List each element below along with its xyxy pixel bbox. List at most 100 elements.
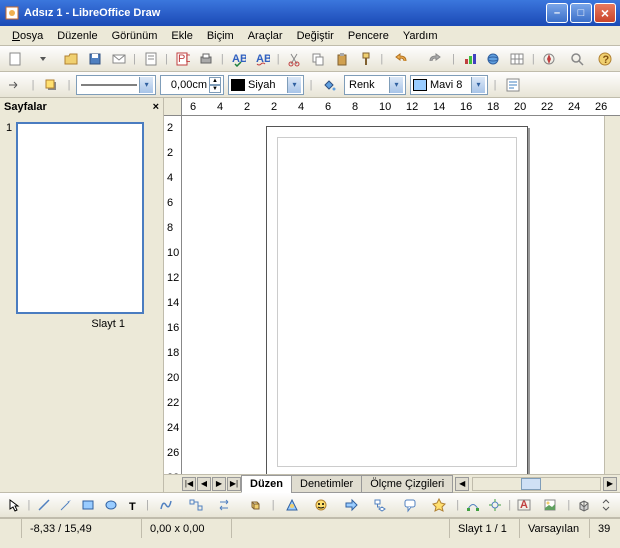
lines-arrows-tool[interactable] [211, 494, 239, 516]
toolbar-overflow[interactable] [596, 494, 616, 516]
slide-thumbnail[interactable] [16, 122, 144, 314]
curve-tool[interactable] [152, 494, 180, 516]
vertical-scrollbar[interactable] [604, 116, 620, 474]
tab-controls[interactable]: Denetimler [291, 475, 362, 493]
separator [455, 494, 460, 516]
new-dropdown[interactable] [28, 48, 58, 70]
thumb-label: Slayt 1 [18, 318, 145, 330]
panel-close-button[interactable]: × [153, 101, 159, 113]
block-arrows-tool[interactable] [337, 494, 365, 516]
menu-help[interactable]: Yardım [397, 28, 444, 44]
status-layout[interactable]: Varsayılan [520, 519, 590, 538]
shadow-button[interactable] [40, 74, 62, 96]
chart-button[interactable] [459, 48, 481, 70]
horizontal-scrollbar[interactable]: ◀ ▶ [453, 477, 620, 491]
line-style-combo[interactable]: ▾ [76, 75, 156, 95]
connector-tool[interactable] [182, 494, 210, 516]
canvas[interactable] [182, 116, 604, 474]
points-edit-tool[interactable] [462, 494, 482, 516]
vertical-ruler[interactable]: 2246810121416182022242628 [164, 116, 182, 474]
page[interactable] [266, 126, 528, 474]
status-blank [232, 519, 450, 538]
minimize-button[interactable]: – [546, 3, 568, 23]
select-tool[interactable] [4, 494, 24, 516]
hyperlink-button[interactable] [482, 48, 504, 70]
menu-file[interactable]: Dosya [6, 28, 49, 44]
spellcheck-button[interactable]: ABC [227, 48, 249, 70]
tab-nav-last[interactable]: ▶| [227, 477, 241, 491]
3d-objects-tool[interactable] [241, 494, 269, 516]
from-file-tool[interactable] [537, 494, 565, 516]
format-paintbrush-button[interactable] [355, 48, 377, 70]
dropdown-icon: ▾ [139, 77, 153, 93]
line-color-combo[interactable]: Siyah ▾ [228, 75, 304, 95]
copy-button[interactable] [307, 48, 329, 70]
menu-window[interactable]: Pencere [342, 28, 395, 44]
menu-edit[interactable]: Düzenle [51, 28, 103, 44]
tab-nav-next[interactable]: ▶ [212, 477, 226, 491]
menu-view[interactable]: Görünüm [106, 28, 164, 44]
line-arrow-tool[interactable] [56, 494, 76, 516]
symbol-shapes-tool[interactable] [307, 494, 335, 516]
status-slide[interactable]: Slayt 1 / 1 [450, 519, 520, 538]
email-button[interactable] [108, 48, 130, 70]
save-button[interactable] [84, 48, 106, 70]
open-button[interactable] [60, 48, 82, 70]
separator [492, 74, 498, 96]
line-width-combo[interactable]: 0,00cm ▲ ▼ [160, 75, 224, 95]
tab-dimensions[interactable]: Ölçme Çizgileri [361, 475, 453, 493]
table-button[interactable] [506, 48, 528, 70]
ellipse-tool[interactable] [100, 494, 120, 516]
menu-tools[interactable]: Araçlar [242, 28, 289, 44]
fontwork-tool[interactable]: A [514, 494, 534, 516]
zoom-button[interactable] [562, 48, 592, 70]
print-button[interactable] [195, 48, 217, 70]
arrow-end-dropdown[interactable] [4, 74, 26, 96]
rectangle-tool[interactable] [78, 494, 98, 516]
export-pdf-button[interactable]: PDF [171, 48, 193, 70]
menu-bar: Dosya Düzenle Görünüm Ekle Biçim Araçlar… [0, 26, 620, 46]
horizontal-ruler[interactable]: 6422468101214161820222426 [164, 98, 620, 116]
menu-modify[interactable]: Değiştir [291, 28, 340, 44]
line-tool[interactable] [34, 494, 54, 516]
close-button[interactable]: × [594, 3, 616, 23]
tab-nav-prev[interactable]: ◀ [197, 477, 211, 491]
help-button[interactable]: ? [594, 48, 616, 70]
new-button[interactable] [4, 48, 26, 70]
cut-button[interactable] [283, 48, 305, 70]
scroll-right-button[interactable]: ▶ [603, 477, 617, 491]
status-zoom[interactable]: 39 [590, 519, 620, 538]
menu-format[interactable]: Biçim [201, 28, 240, 44]
paste-button[interactable] [331, 48, 353, 70]
separator [219, 48, 225, 70]
fill-color-combo[interactable]: Mavi 8 ▾ [410, 75, 488, 95]
styles-button[interactable] [502, 74, 524, 96]
scroll-left-button[interactable]: ◀ [455, 477, 469, 491]
status-coords: -8,33 / 15,49 [22, 519, 142, 538]
redo-button[interactable] [419, 48, 449, 70]
stars-tool[interactable] [425, 494, 453, 516]
separator [308, 74, 314, 96]
undo-button[interactable] [387, 48, 417, 70]
extrusion-toggle[interactable] [574, 494, 594, 516]
menu-insert[interactable]: Ekle [165, 28, 198, 44]
text-tool[interactable]: T [123, 494, 143, 516]
maximize-button[interactable]: □ [570, 3, 592, 23]
tab-layout[interactable]: Düzen [241, 475, 292, 493]
navigator-button[interactable] [538, 48, 560, 70]
status-size: 0,00 x 0,00 [142, 519, 232, 538]
fill-type-combo[interactable]: Renk ▾ [344, 75, 406, 95]
callouts-tool[interactable] [396, 494, 424, 516]
flowchart-tool[interactable] [366, 494, 394, 516]
edit-file-button[interactable] [140, 48, 162, 70]
separator [530, 48, 536, 70]
basic-shapes-tool[interactable] [278, 494, 306, 516]
glue-points-tool[interactable] [485, 494, 505, 516]
autospell-button[interactable]: ABC [251, 48, 273, 70]
separator [30, 74, 36, 96]
tab-nav-first[interactable]: |◀ [182, 477, 196, 491]
page-margin [277, 137, 517, 467]
bucket-fill-button[interactable] [318, 74, 340, 96]
scroll-thumb[interactable] [521, 478, 541, 490]
separator [66, 74, 72, 96]
